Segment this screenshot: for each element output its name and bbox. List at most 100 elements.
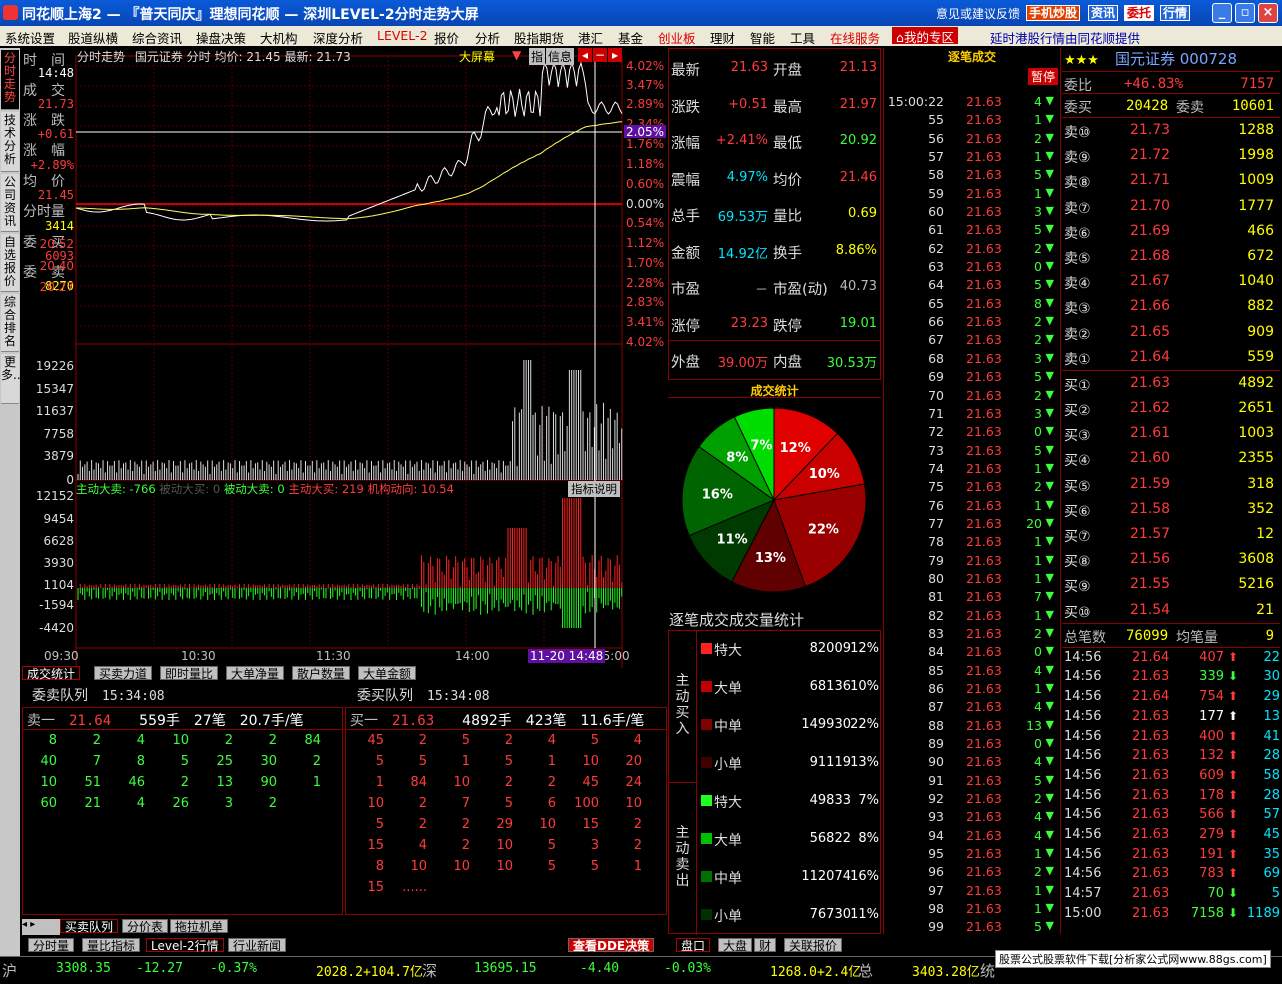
flow-tick: 12152 xyxy=(35,489,74,503)
info-button[interactable]: 信息 xyxy=(546,48,575,65)
queue-cell: 2 xyxy=(312,754,321,769)
down-arrow-icon: ▼ xyxy=(1045,222,1054,236)
menu-tools[interactable]: 工具 xyxy=(790,28,815,47)
trade-button[interactable]: 委托 xyxy=(1124,5,1155,21)
menu-deep-analysis[interactable]: 深度分析 xyxy=(313,28,363,47)
menu-institution[interactable]: 大机构 xyxy=(260,28,298,47)
tick-row: 80 21.63 1 ▼ xyxy=(884,569,1060,587)
flow-axis: 12152 9454 6628 3930 1104 -1594 -4420 xyxy=(22,489,74,640)
indicator-help-button[interactable]: 指标说明 xyxy=(568,481,620,497)
tab-price-table[interactable]: 分价表 xyxy=(122,919,169,934)
queue-cell: 24 xyxy=(625,775,642,790)
nav-intraday[interactable]: 分时走势 xyxy=(1,50,19,110)
tick-row: 72 21.63 0 ▼ xyxy=(884,422,1060,440)
tab-tractor-orders[interactable]: 拖拉机单 xyxy=(170,919,229,934)
maximize-icon[interactable]: ▫ xyxy=(1235,3,1255,23)
down-arrow-icon: ▼ xyxy=(1045,149,1054,163)
trade-time: 14:56 xyxy=(1064,807,1102,823)
sell-queue-row: 8 2 4 10 2 2 84 xyxy=(23,730,342,751)
mobile-trade-button[interactable]: 手机炒股 xyxy=(1026,5,1081,21)
nav-ranking[interactable]: 综合排名 xyxy=(1,294,19,352)
tab-volume-ratio[interactable]: 即时量比 xyxy=(160,666,219,681)
menu-fund[interactable]: 基金 xyxy=(618,28,643,47)
tab-level2-quote[interactable]: Level-2行情 xyxy=(146,938,224,953)
detail-row: 特大 49833 7% xyxy=(698,783,881,821)
prev-icon[interactable]: ◂ xyxy=(578,48,592,62)
down-arrow-icon: ▼ xyxy=(1045,94,1054,107)
menu-system-settings[interactable]: 系统设置 xyxy=(5,28,55,47)
menu-decision[interactable]: 操盘决策 xyxy=(196,28,246,47)
minus-icon[interactable]: − xyxy=(593,48,607,62)
quote-row: 涨跌 +0.51 最高 21.97 xyxy=(669,86,880,123)
pause-button[interactable]: 暂停 xyxy=(1027,68,1058,85)
quote-value: 21.63 xyxy=(730,60,768,75)
feedback-link[interactable]: 意见或建议反馈 xyxy=(936,5,1020,22)
tick-volume: 1 xyxy=(1034,607,1042,623)
tab-market[interactable]: 大盘 xyxy=(718,938,753,953)
menu-finance[interactable]: 理财 xyxy=(710,28,735,47)
tab-big-order-net[interactable]: 大单净量 xyxy=(226,666,285,681)
trade-row: 14:56 21.63 191 ⬆ 35 xyxy=(1062,845,1280,865)
nav-more[interactable]: 更多.. xyxy=(1,354,21,404)
queue-cell: 25 xyxy=(216,754,233,769)
scroll-arrows[interactable]: ◂ ▸ xyxy=(22,919,60,935)
menu-news[interactable]: 综合资讯 xyxy=(132,28,182,47)
tab-trade-stat[interactable]: 成交统计 xyxy=(22,666,81,681)
tab-handicap[interactable]: 盘口 xyxy=(676,938,711,953)
down-arrow-icon: ▼ xyxy=(1045,295,1054,309)
tab-order-queue[interactable]: 买卖队列 xyxy=(60,919,119,934)
down-arrow-icon: ▼ xyxy=(1045,277,1054,291)
tab-finance[interactable]: 财 xyxy=(754,938,777,953)
menu-hk[interactable]: 港汇 xyxy=(578,28,603,47)
trade-price: 21.63 xyxy=(1132,846,1170,862)
queue-cell: 2 xyxy=(224,733,233,748)
queue-cell: 2 xyxy=(633,838,642,853)
bigscreen-label[interactable]: 大屏幕 xyxy=(459,48,495,65)
menu-futures[interactable]: 股指期货 xyxy=(514,28,564,47)
menu-my-zone[interactable]: ⌂我的专区 xyxy=(892,27,958,45)
next-icon[interactable]: ▸ xyxy=(608,48,622,62)
nav-company[interactable]: 公司资讯 xyxy=(1,174,19,232)
tab-minute-volume[interactable]: 分时量 xyxy=(28,938,75,953)
depth-level: 卖⑨ xyxy=(1064,150,1091,167)
detail-table: 主动买入 主动卖出 特大 82009 12% 大单 68136 10% 中单 149930 22… xyxy=(668,630,881,935)
tab-industry-news[interactable]: 行业新闻 xyxy=(228,938,287,953)
menu-quote[interactable]: 报价 xyxy=(434,28,459,47)
pie-label: 10% xyxy=(809,467,840,482)
tab-big-order-amount[interactable]: 大单金额 xyxy=(358,666,417,681)
menu-analysis[interactable]: 分析 xyxy=(475,28,500,47)
quote-button[interactable]: 行情 xyxy=(1160,5,1191,21)
scroll-left-icon[interactable]: ◂ xyxy=(22,919,27,930)
tick-time: 88 xyxy=(928,717,944,733)
detail-pct: 11% xyxy=(850,907,879,922)
zhi-button[interactable]: 指 xyxy=(529,48,546,65)
queue-cell: 5 xyxy=(590,859,599,874)
tick-time: 56 xyxy=(928,130,944,146)
trade-count: 30 xyxy=(1263,669,1280,685)
trade-time: 14:56 xyxy=(1064,748,1102,764)
sell-queue-row: 40 7 8 5 25 30 2 xyxy=(23,751,342,772)
intraday-chart[interactable] xyxy=(20,48,666,668)
menu-smart[interactable]: 智能 xyxy=(750,28,775,47)
menu-level2[interactable]: LEVEL-2 xyxy=(377,28,428,43)
dropdown-icon[interactable]: ▼ xyxy=(512,48,521,62)
tab-related-quote[interactable]: 关联报价 xyxy=(784,938,843,953)
close-icon[interactable]: × xyxy=(1258,3,1278,23)
volume-tick: 0 xyxy=(66,473,74,487)
tab-vol-ratio-indicator[interactable]: 量比指标 xyxy=(82,938,141,953)
watermark-banner: 股票公式股票软件下载[分析家公式网www.88gs.com] xyxy=(995,950,1271,968)
depth-price: 21.72 xyxy=(1130,147,1171,164)
nav-technical[interactable]: 技术分析 xyxy=(1,112,19,172)
scroll-right-icon[interactable]: ▸ xyxy=(30,919,35,930)
news-button[interactable]: 资讯 xyxy=(1088,5,1119,21)
menu-online-service[interactable]: 在线服务 xyxy=(830,28,880,47)
menu-gudao[interactable]: 股道纵横 xyxy=(68,28,118,47)
depth-level: 买⑨ xyxy=(1064,579,1091,596)
down-arrow-icon: ▼ xyxy=(1045,846,1054,860)
menu-gem[interactable]: 创业板 xyxy=(658,28,696,47)
tab-buy-sell-power[interactable]: 买卖力道 xyxy=(94,666,153,681)
nav-watchlist[interactable]: 自选报价 xyxy=(1,234,19,292)
dde-decision-button[interactable]: 查看DDE决策 xyxy=(568,938,655,953)
tab-retail-count[interactable]: 散户数量 xyxy=(292,666,351,681)
minimize-icon[interactable]: _ xyxy=(1212,3,1232,23)
